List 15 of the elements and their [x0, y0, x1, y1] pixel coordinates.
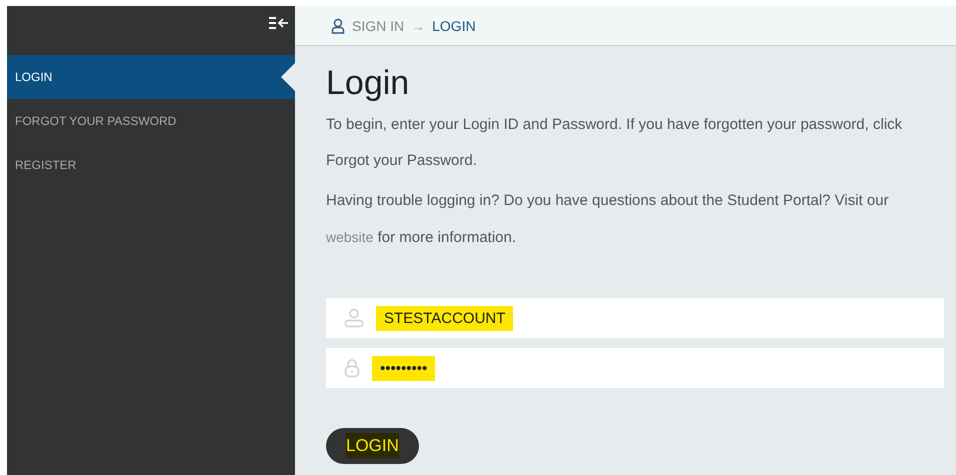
breadcrumb-separator: → — [411, 18, 426, 34]
login-button[interactable]: LOGIN — [326, 428, 419, 464]
sidebar-item[interactable]: REGISTER — [7, 143, 295, 187]
help-text: Having trouble logging in? Do you have questions about the Student Portal? Visit our website for more information. — [326, 191, 890, 248]
intro-text: To begin, enter your Login ID and Password. If you have forgotten your password, click Forgot your Password. — [326, 115, 904, 171]
user-icon — [331, 18, 345, 34]
user-icon — [344, 308, 364, 328]
login-id-field[interactable]: STESTACCOUNT — [326, 298, 944, 338]
collapse-menu-icon[interactable] — [269, 16, 289, 30]
lock-icon — [344, 358, 360, 378]
sidebar-item[interactable]: FORGOT YOUR PASSWORD — [7, 99, 295, 143]
breadcrumb-link[interactable]: LOGIN — [432, 18, 476, 34]
password-field[interactable]: ••••••••• — [326, 348, 944, 388]
page-heading: Login — [326, 64, 410, 103]
sidebar-item[interactable]: LOGIN — [7, 55, 295, 99]
